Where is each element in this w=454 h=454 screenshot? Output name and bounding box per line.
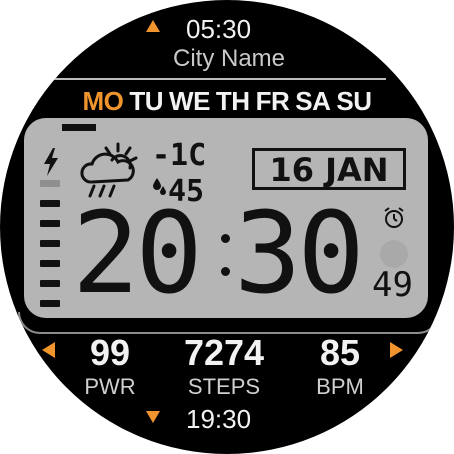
steps-value[interactable]: 7274 (164, 332, 284, 374)
weekday-we: WE (169, 86, 210, 116)
bpm-label: BPM (316, 374, 364, 399)
alarm-icon[interactable] (382, 206, 406, 230)
weekday-indicator (62, 124, 96, 131)
weekday-fr: FR (255, 86, 290, 116)
pwr-label: PWR (84, 374, 136, 399)
weekday-su: SU (336, 86, 372, 116)
arrow-down-icon[interactable] (146, 411, 160, 423)
weekday-row: MO TU WE TH FR SA SU (0, 86, 454, 117)
arrow-up-icon[interactable] (146, 20, 160, 32)
time-minutes: 30 (234, 189, 365, 318)
top-time[interactable]: 05:30 (186, 14, 251, 45)
time-colon (221, 234, 230, 276)
watch-face: 05:30 City Name MO TU WE TH FR SA SU -1C… (0, 0, 454, 454)
weekday-tu: TU (129, 86, 164, 116)
bpm-value[interactable]: 85 (280, 332, 400, 374)
steps-label: STEPS (187, 374, 261, 399)
city-name[interactable]: City Name (0, 45, 454, 73)
weekday-sa: SA (295, 86, 331, 116)
divider (50, 78, 386, 80)
time-seconds: 49 (372, 265, 413, 305)
lcd-panel: -1C 45 16 JAN 20 30 49 (24, 118, 428, 318)
weekday-th: TH (215, 86, 250, 116)
temperature: -1C (152, 138, 207, 173)
time-hours: 20 (72, 189, 203, 318)
bolt-icon (44, 148, 58, 176)
date-label: 16 JAN (269, 151, 389, 189)
weekday-mo: MO (82, 86, 124, 116)
bottom-time[interactable]: 19:30 (186, 404, 251, 435)
ghost-indicator (380, 240, 408, 268)
pwr-value[interactable]: 99 (50, 332, 170, 374)
